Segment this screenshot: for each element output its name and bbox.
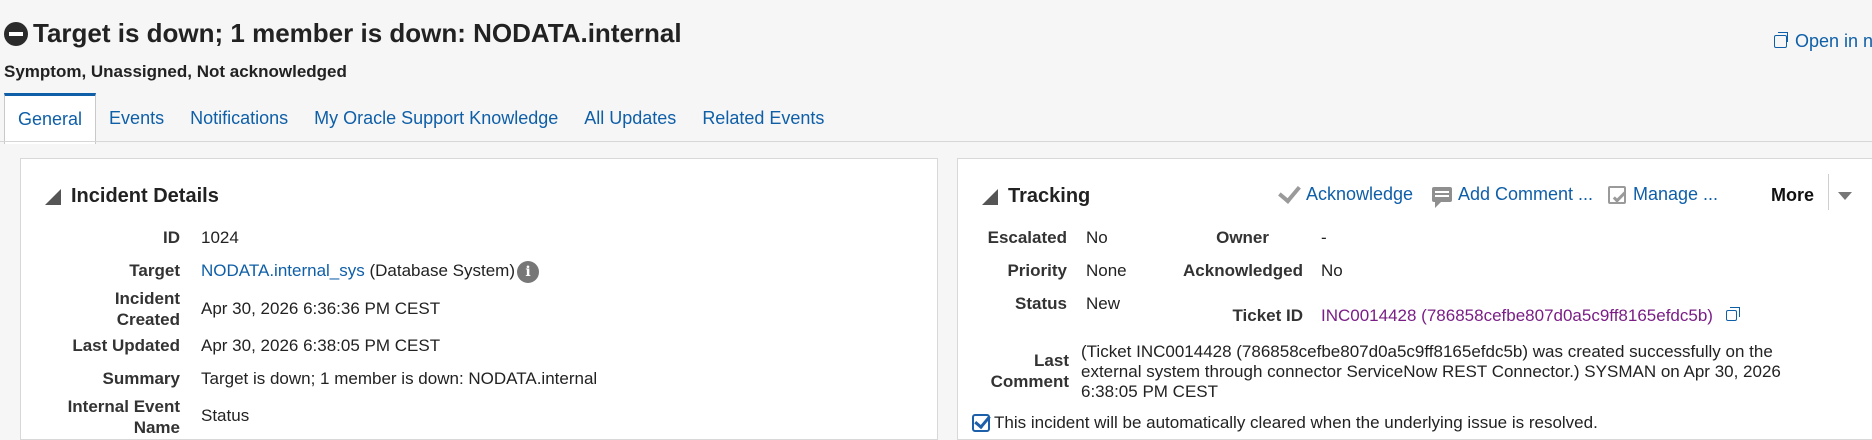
incident-created-value: Apr 30, 2026 6:36:36 PM CEST (201, 299, 441, 318)
tracking-panel: Tracking Acknowledge Add Comment ... Man… (957, 158, 1872, 440)
ticket-id-label: Ticket ID (1232, 306, 1303, 325)
escalated-value: No (1086, 228, 1108, 247)
manage-button[interactable]: Manage ... (1608, 184, 1718, 205)
priority-label: Priority (1007, 261, 1067, 280)
collapse-triangle-icon[interactable] (982, 188, 998, 205)
target-label: Target (129, 261, 180, 280)
more-menu-separator (1828, 174, 1829, 210)
target-down-icon (4, 21, 28, 46)
summary-label: Summary (102, 369, 180, 388)
summary-value: Target is down; 1 member is down: NODATA… (201, 369, 598, 388)
collapse-triangle-icon[interactable] (45, 188, 61, 205)
tracking-title: Tracking (1008, 185, 1091, 207)
ticket-id-link[interactable]: INC0014428 (786858cefbe807d0a5c9ff8165ef… (1321, 305, 1713, 326)
tracking-header[interactable]: Tracking (982, 185, 1090, 208)
checkmark-icon (1278, 179, 1301, 204)
internal-event-name-label: Internal Event Name (67, 397, 180, 437)
incident-details-header[interactable]: Incident Details (45, 185, 219, 208)
target-value: NODATA.internal_sys (Database System) i (201, 260, 539, 283)
page-title: Target is down; 1 member is down: NODATA… (33, 18, 682, 48)
acknowledged-value: No (1321, 261, 1343, 280)
manage-icon (1608, 185, 1626, 204)
page-title-row: Target is down; 1 member is down: NODATA… (4, 18, 682, 49)
id-label: ID (163, 228, 180, 247)
last-comment-text: (Ticket INC0014428 (786858cefbe807d0a5c9… (1081, 342, 1781, 401)
escalated-label: Escalated (987, 228, 1067, 247)
auto-clear-notice: This incident will be automatically clea… (972, 413, 1598, 433)
last-updated-label: Last Updated (72, 336, 180, 355)
tab-events[interactable]: Events (96, 93, 177, 141)
comment-icon (1432, 187, 1452, 208)
add-comment-button[interactable]: Add Comment ... (1432, 184, 1593, 208)
tab-divider (0, 141, 1872, 142)
incident-subtitle: Symptom, Unassigned, Not acknowledged (4, 62, 347, 81)
incident-details-panel: Incident Details ID 1024 Target NODATA.i… (20, 158, 938, 440)
owner-label: Owner (1216, 228, 1269, 247)
incident-created-label: Incident Created (114, 289, 180, 329)
last-updated-value: Apr 30, 2026 6:38:05 PM CEST (201, 336, 441, 355)
tab-all-updates[interactable]: All Updates (571, 93, 689, 141)
incident-details-title: Incident Details (71, 185, 219, 207)
external-link-icon[interactable] (1725, 307, 1740, 321)
tab-general[interactable]: General (4, 93, 97, 144)
external-link-icon (1774, 32, 1788, 48)
last-comment-label: Last Comment (990, 351, 1069, 391)
status-value: New (1086, 294, 1121, 313)
acknowledge-button[interactable]: Acknowledge (1278, 179, 1413, 205)
info-icon[interactable]: i (516, 260, 539, 283)
more-menu-button[interactable]: More (1771, 185, 1814, 206)
chevron-down-icon[interactable] (1838, 192, 1852, 200)
tab-notifications[interactable]: Notifications (177, 93, 301, 141)
id-value: 1024 (201, 228, 239, 247)
open-in-new-window-link[interactable]: Open in n (1774, 31, 1872, 52)
tab-bar: General Events Notifications My Oracle S… (4, 93, 837, 144)
target-link[interactable]: NODATA.internal_sys (201, 261, 365, 280)
owner-value: - (1321, 228, 1327, 247)
open-in-new-window-label: Open in n (1795, 31, 1872, 51)
status-label: Status (1015, 294, 1067, 313)
internal-event-name-value: Status (201, 406, 250, 425)
target-type: (Database System) (369, 261, 515, 280)
checkbox-checked-icon (972, 414, 990, 432)
priority-value: None (1086, 261, 1127, 280)
tab-related-events[interactable]: Related Events (689, 93, 837, 141)
acknowledged-label: Acknowledged (1183, 261, 1303, 280)
ticket-id-value: INC0014428 (786858cefbe807d0a5c9ff8165ef… (1321, 305, 1745, 326)
tab-my-oracle-support-knowledge[interactable]: My Oracle Support Knowledge (301, 93, 571, 141)
